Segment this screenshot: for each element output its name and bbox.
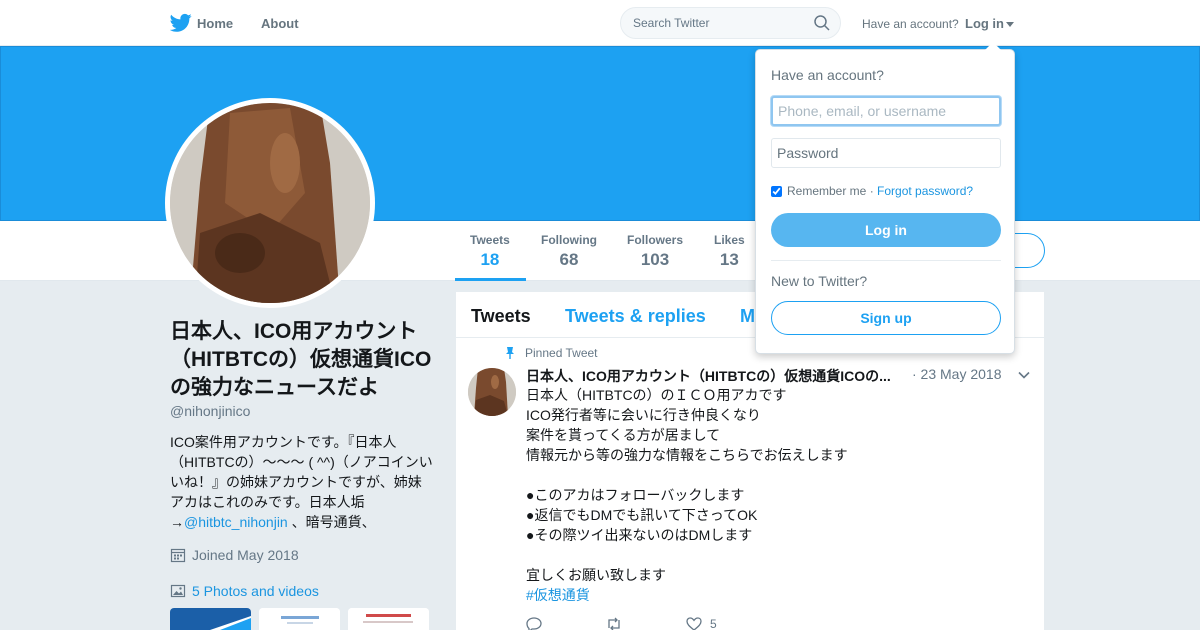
tab-media[interactable]: M [740,306,755,327]
like-icon [686,617,702,630]
active-stat-indicator [455,278,526,281]
divider [771,260,1001,261]
remember-me-label: Remember me [787,184,867,198]
bio-suffix: 、暗号通貨、 [287,514,376,530]
nav-about-link[interactable]: About [261,16,299,31]
reply-icon [526,617,542,630]
search-input[interactable] [633,8,803,38]
stat-label: Tweets [470,233,510,247]
login-button[interactable]: Log in [771,213,1001,247]
stat-label: Followers [627,233,684,247]
username-field[interactable] [771,96,1001,126]
profile-avatar[interactable] [165,98,375,308]
nav-home-link[interactable]: Home [197,16,233,31]
password-field[interactable] [771,138,1001,168]
tweet-line: 情報元から等の強力な情報をこちらでお伝えします [526,447,848,463]
avatar-image [170,103,370,303]
dropdown-arrow [985,42,1001,50]
have-account-text: Have an account? [862,17,959,31]
forgot-password-link[interactable]: Forgot password? [877,184,973,198]
calendar-icon [170,548,186,563]
pinned-text: Pinned Tweet [525,346,598,360]
signup-button[interactable]: Sign up [771,301,1001,335]
tweet-date[interactable]: · 23 May 2018 [912,366,1002,382]
stat-value: 103 [640,250,670,269]
twitter-bird-icon[interactable] [170,13,192,33]
tweet-header: 日本人、ICO用アカウント（HITBTCの）仮想通貨ICOの... · 23 M… [526,366,1031,386]
retweet-icon [608,617,620,630]
tweet-line: 案件を貰ってくる方が居まして [526,427,721,443]
profile-display-name: 日本人、ICO用アカウント（HITBTCの）仮想通貨ICOの強力なニュースだよ [170,320,432,399]
tweet-line: ICO発行者等に会いに行き仲良くなり [526,407,761,423]
reply-button[interactable] [526,616,550,630]
tweet-line: ●このアカはフォローバックします [526,487,745,503]
login-dropdown-toggle[interactable]: Log in [965,16,1014,31]
pinned-tweet-label: Pinned Tweet [504,346,598,360]
stat-label: Likes [714,233,745,247]
chevron-down-icon[interactable] [1017,368,1031,382]
stat-value: 68 [559,250,579,269]
tweet-line: 宜しくお願い致します [526,567,666,583]
search-box [620,7,841,39]
photo-icon [170,584,186,598]
remember-me: Remember me · Forgot password? [771,184,973,198]
stat-value: 18 [480,250,500,269]
login-dropdown: Have an account? Remember me · Forgot pa… [755,42,1015,354]
stat-label: Following [541,233,597,247]
retweet-button[interactable] [606,616,630,630]
stat-value: 13 [719,250,739,269]
tweet-text: 日本人（HITBTCの）のＩＣＯ用アカです ICO発行者等に会いに行き仲良くなり… [526,385,1026,605]
tweet-actions: 5 [526,616,826,630]
photo-thumbnail[interactable] [259,608,340,630]
joined-text: Joined May 2018 [192,547,299,563]
profile-screen-name[interactable]: @nihonjinico [170,403,250,419]
stat-likes[interactable]: Likes 13 [714,233,745,270]
tweet-line [526,465,1026,485]
like-button[interactable]: 5 [686,616,717,630]
tweet-line: 日本人（HITBTCの）のＩＣＯ用アカです [526,387,787,403]
tweet-hashtag[interactable]: #仮想通貨 [526,585,1026,605]
photo-thumbnail[interactable] [170,608,251,630]
tweet-author-name[interactable]: 日本人、ICO用アカウント（HITBTCの）仮想通貨ICOの... [526,366,891,386]
tab-tweets-replies[interactable]: Tweets & replies [565,306,706,327]
photo-thumbnail[interactable] [348,608,429,630]
stat-tweets[interactable]: Tweets 18 [470,233,510,270]
top-nav: Home About Have an account? Log in [0,0,1200,46]
separator: · [866,184,878,198]
search-icon[interactable] [814,15,830,31]
caret-down-icon [1006,22,1014,28]
pin-icon [506,347,514,359]
dropdown-title: Have an account? [771,67,884,83]
new-to-twitter-text: New to Twitter? [771,273,868,289]
stat-followers[interactable]: Followers 103 [627,233,683,270]
stat-following[interactable]: Following 68 [541,233,597,270]
tweet-line: ●返信でもDMでも訊いて下さってOK [526,507,758,523]
like-count: 5 [710,617,717,630]
joined-date: Joined May 2018 [170,547,299,563]
profile-bio: ICO案件用アカウントです。『日本人（HITBTCの）～～～ ( ^^)（ノアコ… [170,432,435,532]
login-toggle-label: Log in [965,16,1004,31]
tweet-line: ●その際ツイ出来ないのはDMします [526,527,753,543]
remember-me-checkbox[interactable] [771,185,782,197]
tab-tweets[interactable]: Tweets [471,306,531,327]
photos-link[interactable]: 5 Photos and videos [170,583,319,599]
photos-link-text: 5 Photos and videos [192,583,319,599]
tweet-line [526,545,1026,565]
tweet-avatar[interactable] [468,368,516,416]
bio-mention-link[interactable]: @hitbtc_nihonjin [184,514,288,530]
